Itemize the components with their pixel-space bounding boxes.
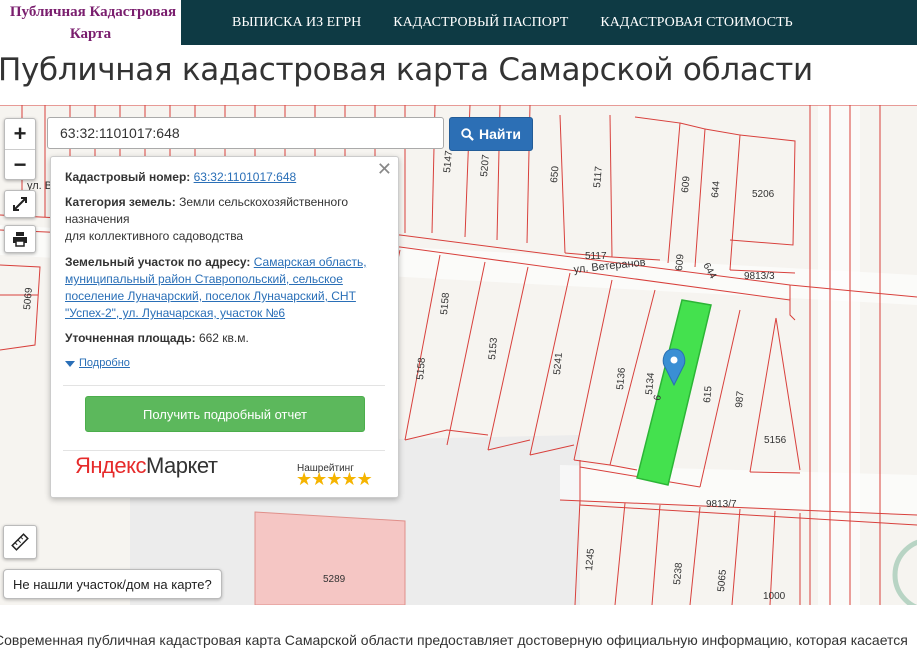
- address-link-1[interactable]: Самарская область,: [254, 255, 367, 269]
- plot-label: 5117: [592, 165, 605, 188]
- plot-label: 5153: [487, 337, 500, 361]
- land-category-label: Категория земель:: [65, 195, 176, 209]
- plot-label: 5289: [323, 574, 346, 585]
- plot-label: 5156: [764, 435, 787, 446]
- search-button[interactable]: Найти: [449, 117, 533, 151]
- cadastral-search-input[interactable]: [47, 117, 444, 149]
- plot-label: 1245: [584, 548, 597, 572]
- land-category-value-1: Земли сельскохозяйственного: [179, 195, 349, 209]
- divider: [63, 450, 385, 451]
- plot-label: 5134: [644, 372, 657, 396]
- cadastral-number-link[interactable]: 63:32:1101017:648: [194, 170, 297, 184]
- yandex-word: Яндекс: [75, 453, 146, 478]
- address-link-2[interactable]: муниципальный район Ставропольский, сель…: [65, 272, 343, 286]
- description-text: Современная публичная кадастровая карта …: [0, 632, 908, 648]
- plot-label: 650: [549, 165, 561, 183]
- search-button-label: Найти: [479, 126, 521, 142]
- more-details-label: Подробно: [79, 357, 130, 369]
- cadastral-map[interactable]: ул. Ветеранов ул. В 5147 5207 650 5117 6…: [0, 105, 917, 605]
- plot-label: 5207: [479, 154, 492, 178]
- market-word: Маркет: [145, 453, 218, 478]
- nav-cadastral-value[interactable]: КАДАСТРОВАЯ СТОИМОСТЬ: [584, 15, 808, 31]
- plot-label: 5117: [585, 251, 607, 262]
- nav-egrn-extract[interactable]: ВЫПИСКА ИЗ ЕГРН: [216, 15, 377, 31]
- plot-label: 5136: [615, 367, 628, 391]
- plot-label: 5206: [752, 189, 775, 200]
- site-logo[interactable]: Публичная Кадастровая Карта: [0, 0, 181, 45]
- zoom-out-button[interactable]: −: [5, 149, 35, 180]
- plot-label: 5241: [552, 352, 565, 376]
- printer-icon: [13, 232, 27, 247]
- fullscreen-button[interactable]: [4, 190, 36, 218]
- logo-line-1: Публичная Кадастровая: [9, 4, 177, 20]
- plot-label: 615: [702, 385, 714, 403]
- get-report-button[interactable]: Получить подробный отчет: [85, 396, 365, 432]
- area-row: Уточненная площадь: 662 кв.м.: [65, 330, 375, 347]
- plot-label: 9813/7: [706, 499, 737, 510]
- address-link-4[interactable]: "Успех-2", ул. Луначарская, участок №6: [65, 306, 285, 320]
- top-navigation-bar: Публичная Кадастровая Карта ВЫПИСКА ИЗ Е…: [0, 0, 917, 45]
- logo-line-2: Карта: [69, 26, 112, 42]
- parcel-info-popup: ✕ Кадастровый номер: 63:32:1101017:648 К…: [50, 156, 399, 498]
- area-value: 662 кв.м.: [198, 331, 249, 345]
- print-button[interactable]: [4, 225, 36, 253]
- land-category-value-2: назначения: [65, 212, 130, 226]
- ruler-icon: [11, 533, 29, 551]
- zoom-in-button[interactable]: +: [5, 119, 35, 149]
- more-details-link[interactable]: Подробно: [65, 355, 130, 372]
- plot-label: 9813/3: [744, 271, 775, 282]
- plot-label: 5158: [415, 357, 428, 381]
- nav-cadastral-passport[interactable]: КАДАСТРОВЫЙ ПАСПОРТ: [377, 15, 584, 31]
- plot-label: 5069: [22, 287, 35, 311]
- land-category-row: Категория земель: Земли сельскохозяйстве…: [65, 194, 375, 245]
- expand-icon: [13, 197, 27, 211]
- divider: [63, 385, 385, 386]
- plot-label: 5147: [442, 150, 455, 174]
- address-link-3[interactable]: поселение Луначарский, поселок Луначарск…: [65, 289, 356, 303]
- plot-label: 609: [674, 253, 686, 271]
- main-nav: ВЫПИСКА ИЗ ЕГРН КАДАСТРОВЫЙ ПАСПОРТ КАДА…: [216, 0, 809, 45]
- cadastral-number-row: Кадастровый номер: 63:32:1101017:648: [65, 169, 375, 186]
- close-icon[interactable]: ✕: [377, 160, 392, 178]
- plot-label: 987: [734, 390, 746, 408]
- caret-down-icon: [65, 360, 75, 367]
- plot-label: 644: [710, 180, 722, 198]
- rating-stars: ★★★★★: [296, 469, 373, 489]
- plot-label: 609: [680, 175, 692, 193]
- land-category-value-3: для коллективного садоводства: [65, 229, 244, 243]
- ruler-button[interactable]: [3, 525, 37, 559]
- plot-label: 1000: [763, 591, 786, 602]
- plot-label: 5065: [716, 569, 729, 593]
- page-title: Публичная кадастровая карта Самарской об…: [0, 52, 813, 88]
- area-label: Уточненная площадь:: [65, 331, 196, 345]
- plot-label: 5238: [672, 562, 685, 586]
- address-row: Земельный участок по адресу: Самарская о…: [65, 254, 375, 322]
- not-found-button[interactable]: Не нашли участок/дом на карте?: [3, 569, 222, 599]
- search-icon: [461, 127, 474, 141]
- plot-label: 5158: [439, 292, 452, 316]
- zoom-control: + −: [4, 118, 36, 180]
- cadastral-number-label: Кадастровый номер:: [65, 170, 191, 184]
- yandex-market-logo[interactable]: ЯндексМаркет: [75, 455, 218, 477]
- address-label: Земельный участок по адресу:: [65, 255, 251, 269]
